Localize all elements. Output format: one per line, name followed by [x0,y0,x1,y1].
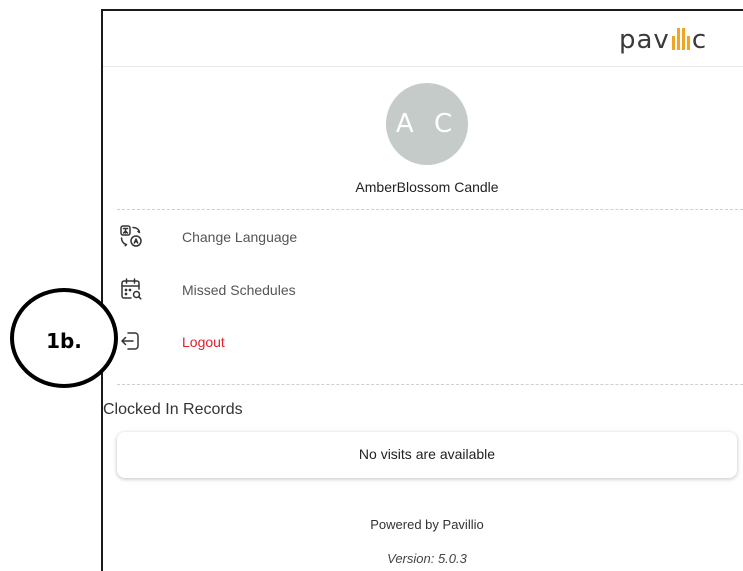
annotation-label: 1b. [46,329,82,353]
menu-item-change-language[interactable]: Change Language [117,217,737,257]
powered-by: Powered by Pavillio [370,517,484,532]
annotation-callout: 1b. [10,288,118,388]
divider [117,209,743,210]
menu-item-label: Logout [182,334,225,350]
menu-item-label: Missed Schedules [182,282,296,298]
calendar-search-icon [121,278,142,300]
avatar[interactable]: A C [386,83,468,165]
menu-item-logout[interactable]: Logout [117,322,737,362]
logo-bars-icon [671,28,691,50]
pavillio-logo: pav c [619,25,707,55]
app-screen: pav c A C AmberBlossom Candle Change Lang… [101,9,743,571]
app-version: Version: 5.0.3 [387,551,467,566]
empty-message: No visits are available [358,446,496,462]
menu-item-label: Change Language [182,229,298,245]
logo-text-start: pav [619,25,670,55]
section-title: Clocked In Records [103,401,243,418]
screenshot-canvas: pav c A C AmberBlossom Candle Change Lang… [0,0,743,571]
logo-text-end: c [691,25,708,55]
menu-item-missed-schedules[interactable]: Missed Schedules [117,270,737,310]
visits-card: No visits are available [117,432,737,478]
logout-icon [121,332,139,350]
user-name: AmberBlossom Candle [355,179,499,195]
translate-icon [120,225,142,247]
top-bar: pav c [103,11,743,67]
divider [117,384,743,385]
